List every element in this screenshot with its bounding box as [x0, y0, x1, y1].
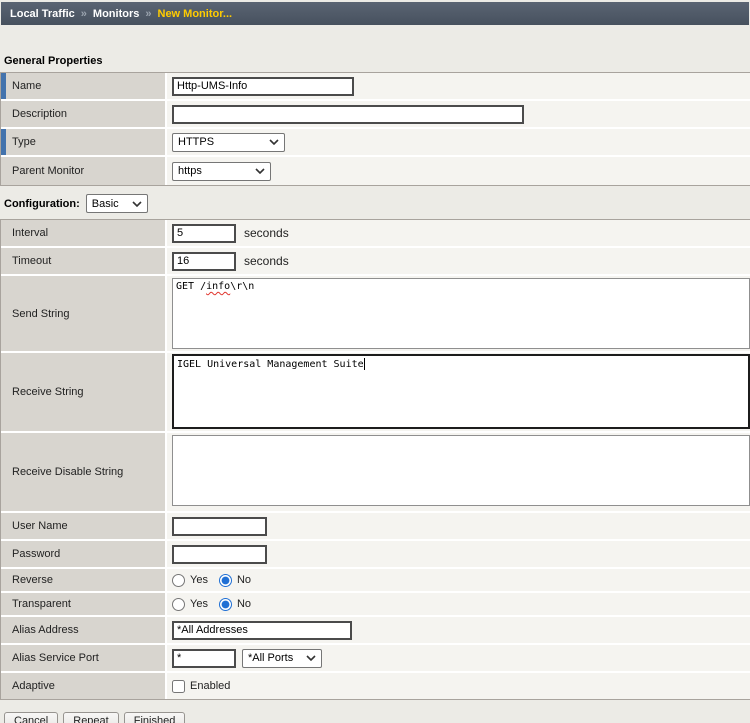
- general-properties-heading: General Properties: [4, 55, 750, 67]
- general-properties-table: Name Description Type HTTPS Parent Monit…: [0, 72, 750, 186]
- adaptive-checkbox-label: Enabled: [190, 680, 230, 692]
- receive-disable-string-textarea[interactable]: [172, 435, 750, 506]
- breadcrumb-separator: »: [145, 8, 151, 20]
- parent-monitor-select-value: https: [178, 165, 202, 177]
- type-select[interactable]: HTTPS: [172, 133, 285, 152]
- receive-string-textarea[interactable]: IGEL Universal Management Suite: [172, 354, 750, 429]
- send-string-text: \r\n: [230, 281, 254, 292]
- transparent-radio-group: Yes No: [172, 598, 259, 611]
- interval-label: Interval: [1, 220, 167, 246]
- password-input[interactable]: [172, 545, 267, 564]
- finished-button[interactable]: Finished: [124, 712, 186, 723]
- type-row: Type HTTPS: [1, 129, 750, 157]
- interval-unit: seconds: [244, 226, 289, 240]
- description-row: Description: [1, 101, 750, 129]
- reverse-yes-label: Yes: [190, 574, 208, 586]
- interval-row: Interval seconds: [1, 220, 750, 248]
- receive-string-text: IGEL Universal Management Suite: [177, 359, 364, 370]
- adaptive-row: Adaptive Enabled: [1, 673, 750, 699]
- breadcrumb-monitors[interactable]: Monitors: [93, 8, 139, 20]
- alias-service-port-select-value: *All Ports: [248, 652, 293, 664]
- reverse-radio-group: Yes No: [172, 574, 259, 587]
- configuration-heading: Configuration:: [4, 198, 80, 210]
- receive-disable-string-label: Receive Disable String: [1, 433, 167, 511]
- user-name-input[interactable]: [172, 517, 267, 536]
- adaptive-enabled-checkbox[interactable]: [172, 680, 185, 693]
- transparent-no-label: No: [237, 598, 251, 610]
- transparent-yes-label: Yes: [190, 598, 208, 610]
- breadcrumb-local-traffic[interactable]: Local Traffic: [10, 8, 75, 20]
- timeout-unit: seconds: [244, 254, 289, 268]
- chevron-down-icon: [255, 168, 265, 174]
- receive-string-row: Receive String IGEL Universal Management…: [1, 353, 750, 433]
- alias-service-port-select[interactable]: *All Ports: [242, 649, 322, 668]
- timeout-label: Timeout: [1, 248, 167, 274]
- chevron-down-icon: [306, 655, 316, 661]
- reverse-row: Reverse Yes No: [1, 569, 750, 593]
- parent-monitor-row: Parent Monitor https: [1, 157, 750, 185]
- send-string-label: Send String: [1, 276, 167, 351]
- reverse-no-label: No: [237, 574, 251, 586]
- user-name-row: User Name: [1, 513, 750, 541]
- chevron-down-icon: [132, 201, 142, 207]
- reverse-yes-radio[interactable]: [172, 574, 185, 587]
- reverse-label: Reverse: [1, 569, 167, 591]
- description-input[interactable]: [172, 105, 524, 124]
- name-input[interactable]: [172, 77, 354, 96]
- alias-address-row: Alias Address: [1, 617, 750, 645]
- name-label: Name: [1, 73, 167, 99]
- timeout-row: Timeout seconds: [1, 248, 750, 276]
- type-select-value: HTTPS: [178, 136, 214, 148]
- alias-service-port-label: Alias Service Port: [1, 645, 167, 671]
- password-label: Password: [1, 541, 167, 567]
- transparent-no-radio[interactable]: [219, 598, 232, 611]
- interval-input[interactable]: [172, 224, 236, 243]
- reverse-no-radio[interactable]: [219, 574, 232, 587]
- configuration-table: Interval seconds Timeout seconds Send St…: [0, 219, 750, 700]
- parent-monitor-label: Parent Monitor: [1, 157, 167, 185]
- parent-monitor-select[interactable]: https: [172, 162, 271, 181]
- breadcrumb-current-page: New Monitor...: [158, 8, 233, 20]
- type-label: Type: [1, 129, 167, 155]
- form-actions: Cancel Repeat Finished: [4, 712, 750, 723]
- send-string-textarea[interactable]: GET /info\r\n: [172, 278, 750, 349]
- breadcrumb-separator: »: [81, 8, 87, 20]
- timeout-input[interactable]: [172, 252, 236, 271]
- configuration-mode-value: Basic: [92, 198, 119, 210]
- configuration-mode-select[interactable]: Basic: [86, 194, 148, 213]
- send-string-row: Send String GET /info\r\n: [1, 276, 750, 353]
- alias-address-input[interactable]: [172, 621, 352, 640]
- receive-string-label: Receive String: [1, 353, 167, 431]
- description-label: Description: [1, 101, 167, 127]
- breadcrumb: Local Traffic » Monitors » New Monitor..…: [1, 2, 749, 25]
- cancel-button[interactable]: Cancel: [4, 712, 58, 723]
- transparent-label: Transparent: [1, 593, 167, 615]
- send-string-text: GET /: [176, 281, 206, 292]
- send-string-misspelled-word: info: [206, 281, 230, 292]
- password-row: Password: [1, 541, 750, 569]
- user-name-label: User Name: [1, 513, 167, 539]
- alias-address-label: Alias Address: [1, 617, 167, 643]
- text-cursor: [364, 358, 365, 370]
- adaptive-label: Adaptive: [1, 673, 167, 699]
- alias-service-port-input[interactable]: [172, 649, 236, 668]
- alias-service-port-row: Alias Service Port *All Ports: [1, 645, 750, 673]
- chevron-down-icon: [269, 139, 279, 145]
- receive-disable-string-row: Receive Disable String: [1, 433, 750, 513]
- transparent-yes-radio[interactable]: [172, 598, 185, 611]
- transparent-row: Transparent Yes No: [1, 593, 750, 617]
- name-row: Name: [1, 73, 750, 101]
- repeat-button[interactable]: Repeat: [63, 712, 118, 723]
